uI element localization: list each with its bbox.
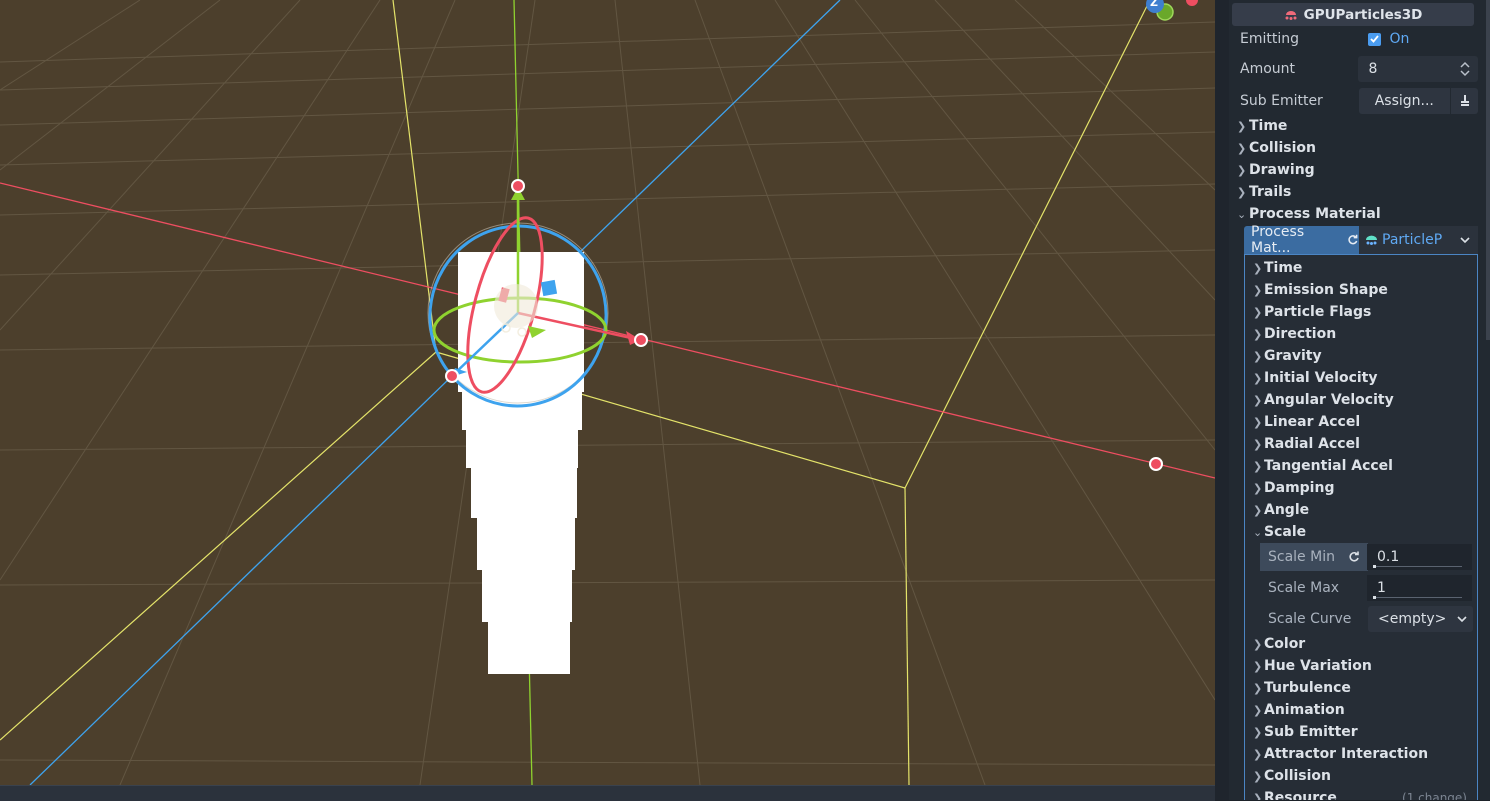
scale-min-slider[interactable]: 0.1 — [1367, 544, 1472, 570]
chevron-right-icon: ❯ — [1237, 119, 1247, 133]
chevron-right-icon: ❯ — [1253, 305, 1263, 319]
emitting-checkbox[interactable]: On — [1358, 26, 1478, 52]
process-material-panel: ❯ Time ❯ Emission Shape ❯ Particle Flags ❯ D… — [1244, 254, 1478, 800]
section-particle-flags[interactable]: ❯ Particle Flags — [1253, 302, 1371, 322]
prop-label: Emitting — [1240, 31, 1300, 47]
inspector-panel: GPUParticles3D Emitting On Amount 8 Sub … — [1229, 0, 1490, 800]
section-process-material[interactable]: ⌄ Process Material — [1237, 204, 1381, 224]
section-color[interactable]: ❯ Color — [1253, 634, 1305, 654]
section-resource[interactable]: ❯ Resource (1 change) — [1253, 788, 1471, 800]
chevron-right-icon: ❯ — [1253, 437, 1263, 451]
chevron-right-icon: ❯ — [1253, 393, 1263, 407]
checkmark-icon — [1368, 32, 1382, 46]
chevron-down-icon — [1460, 237, 1470, 244]
section-time[interactable]: ❯ Time — [1237, 116, 1287, 136]
chevron-right-icon: ❯ — [1253, 703, 1263, 717]
section-pm-time[interactable]: ❯ Time — [1253, 258, 1302, 278]
inspector-scrollbar[interactable] — [1486, 0, 1490, 340]
section-damping[interactable]: ❯ Damping — [1253, 478, 1334, 498]
chevron-down-icon: ⌄ — [1253, 525, 1263, 539]
chevron-right-icon: ❯ — [1253, 769, 1263, 783]
prop-scale-curve: Scale Curve <empty> — [1260, 605, 1473, 633]
chevron-right-icon: ❯ — [1253, 725, 1263, 739]
revert-icon[interactable] — [1347, 234, 1359, 246]
change-count: (1 change) — [1402, 791, 1467, 800]
slider-track — [1373, 597, 1462, 598]
slider-track — [1373, 566, 1462, 567]
section-sub-emitter[interactable]: ❯ Sub Emitter — [1253, 722, 1358, 742]
spin-arrows-icon[interactable] — [1460, 61, 1470, 77]
chevron-right-icon: ❯ — [1253, 459, 1263, 473]
viewport-bottom-scrollbar[interactable] — [0, 785, 1215, 801]
node-type-header: GPUParticles3D — [1232, 3, 1474, 26]
chevron-right-icon: ❯ — [1253, 503, 1263, 517]
prop-scale-min: Scale Min 0.1 — [1260, 543, 1473, 571]
prop-scale-max: Scale Max 1 — [1260, 574, 1473, 602]
scale-max-slider[interactable]: 1 — [1367, 575, 1472, 601]
section-direction[interactable]: ❯ Direction — [1253, 324, 1336, 344]
node-type-label: GPUParticles3D — [1303, 6, 1423, 23]
resource-name-button[interactable]: Process Mat... — [1244, 224, 1359, 256]
dock-split — [1215, 0, 1229, 800]
chevron-right-icon: ❯ — [1253, 659, 1263, 673]
revert-icon[interactable] — [1348, 551, 1360, 563]
section-tangential-accel[interactable]: ❯ Tangential Accel — [1253, 456, 1393, 476]
prop-label: Amount — [1240, 61, 1296, 77]
section-initial-velocity[interactable]: ❯ Initial Velocity — [1253, 368, 1377, 388]
chevron-down-icon: ⌄ — [1237, 207, 1247, 221]
amount-spinbox[interactable]: 8 — [1358, 56, 1478, 82]
section-gravity[interactable]: ❯ Gravity — [1253, 346, 1322, 366]
resource-type-dropdown[interactable]: ParticleP — [1359, 226, 1478, 254]
prop-label: Scale Min — [1260, 543, 1368, 571]
chevron-right-icon: ❯ — [1237, 163, 1247, 177]
prop-emitting: Emitting On — [1232, 26, 1478, 52]
chevron-right-icon: ❯ — [1253, 261, 1263, 275]
chevron-right-icon: ❯ — [1253, 327, 1263, 341]
prop-label: Sub Emitter — [1240, 93, 1323, 109]
prop-amount: Amount 8 — [1232, 56, 1478, 82]
section-drawing[interactable]: ❯ Drawing — [1237, 160, 1315, 180]
section-linear-accel[interactable]: ❯ Linear Accel — [1253, 412, 1360, 432]
chevron-right-icon: ❯ — [1253, 637, 1263, 651]
chevron-right-icon: ❯ — [1237, 185, 1247, 199]
section-angular-velocity[interactable]: ❯ Angular Velocity — [1253, 390, 1394, 410]
section-hue-variation[interactable]: ❯ Hue Variation — [1253, 656, 1372, 676]
particle-process-material-icon — [1366, 235, 1377, 245]
prop-sub-emitter: Sub Emitter Assign... — [1232, 88, 1478, 114]
section-emission-shape[interactable]: ❯ Emission Shape — [1253, 280, 1388, 300]
chevron-right-icon: ❯ — [1253, 791, 1263, 801]
section-attractor-interaction[interactable]: ❯ Attractor Interaction — [1253, 744, 1428, 764]
gpu-particles-icon — [1285, 11, 1297, 20]
z-axis-label: Z — [1150, 0, 1158, 9]
slider-grabber[interactable] — [1373, 565, 1376, 568]
section-collision[interactable]: ❯ Collision — [1237, 138, 1316, 158]
clear-icon[interactable] — [1451, 88, 1478, 114]
3d-viewport[interactable]: Z — [0, 0, 1215, 785]
section-turbulence[interactable]: ❯ Turbulence — [1253, 678, 1351, 698]
scale-curve-dropdown[interactable]: <empty> — [1368, 606, 1473, 632]
section-scale[interactable]: ⌄ Scale — [1253, 522, 1306, 542]
chevron-right-icon: ❯ — [1253, 283, 1263, 297]
chevron-right-icon: ❯ — [1253, 415, 1263, 429]
prop-label: Scale Curve — [1268, 611, 1352, 627]
chevron-right-icon: ❯ — [1253, 371, 1263, 385]
process-material-resource: Process Mat... ParticleP — [1244, 224, 1478, 256]
chevron-right-icon: ❯ — [1237, 141, 1247, 155]
chevron-down-icon — [1457, 616, 1467, 623]
assign-button[interactable]: Assign... — [1358, 88, 1451, 114]
chevron-right-icon: ❯ — [1253, 681, 1263, 695]
section-radial-accel[interactable]: ❯ Radial Accel — [1253, 434, 1360, 454]
chevron-right-icon: ❯ — [1253, 747, 1263, 761]
chevron-right-icon: ❯ — [1253, 349, 1263, 363]
section-trails[interactable]: ❯ Trails — [1237, 182, 1291, 202]
slider-grabber[interactable] — [1373, 596, 1376, 599]
section-pm-collision[interactable]: ❯ Collision — [1253, 766, 1331, 786]
section-angle[interactable]: ❯ Angle — [1253, 500, 1309, 520]
prop-label: Scale Max — [1268, 580, 1340, 596]
section-animation[interactable]: ❯ Animation — [1253, 700, 1345, 720]
chevron-right-icon: ❯ — [1253, 481, 1263, 495]
